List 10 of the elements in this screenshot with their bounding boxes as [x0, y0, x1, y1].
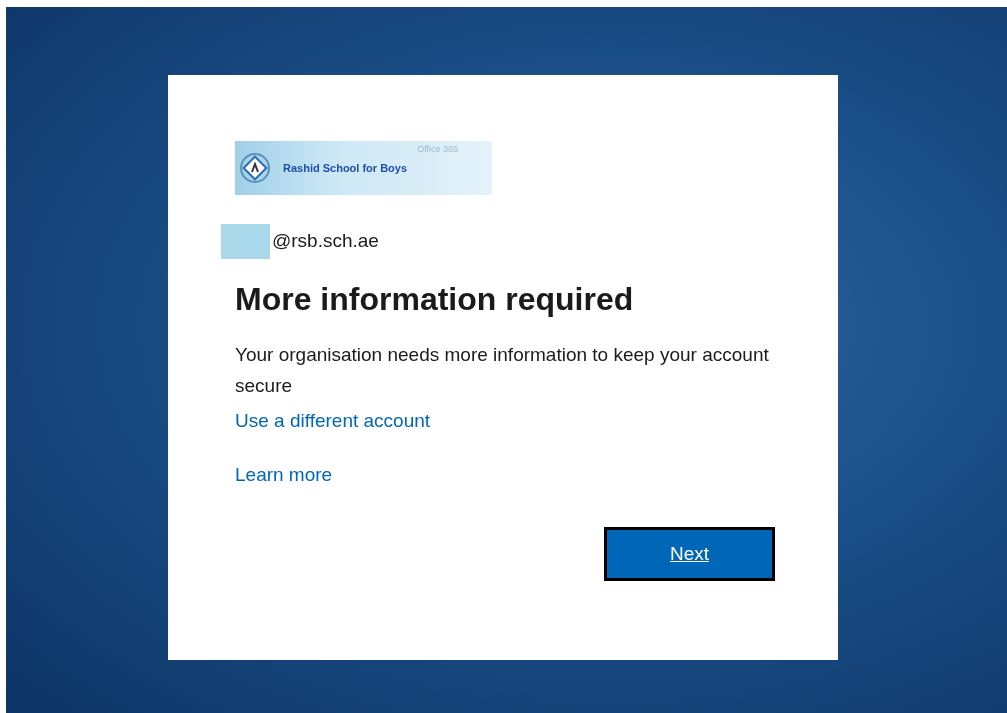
redacted-block — [221, 224, 270, 259]
text-link[interactable]: Learn more — [235, 461, 333, 489]
description-text: Your organisation needs more information to keep your account secure — [235, 343, 770, 398]
page-heading: More information required — [235, 280, 635, 319]
crest-icon — [239, 152, 271, 184]
account-email: @rsb.sch.ae — [272, 229, 379, 254]
logo-product-text: Office 365 — [417, 143, 458, 156]
next-button[interactable]: Next — [604, 527, 775, 581]
text-link[interactable]: Use a different account — [235, 407, 431, 435]
logo-text: Rashid School for Boys — [283, 160, 408, 176]
